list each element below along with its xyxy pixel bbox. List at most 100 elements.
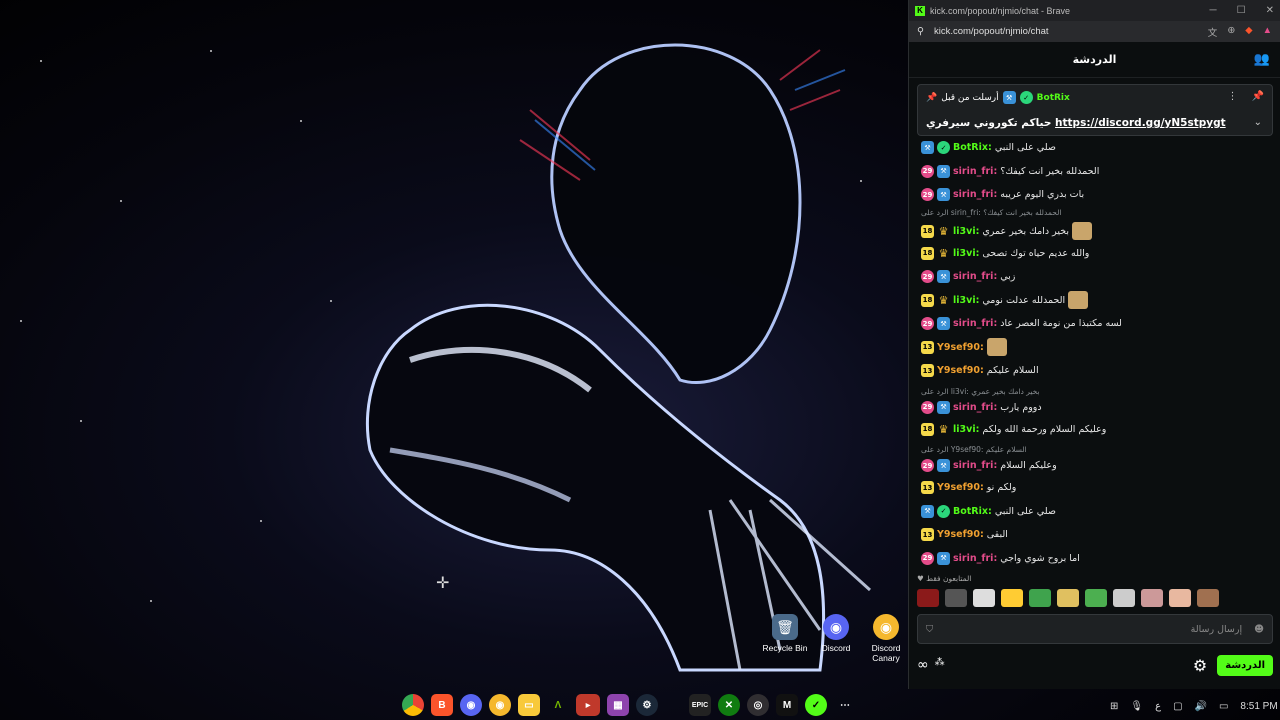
battery-icon[interactable]: ▭ <box>1219 701 1228 712</box>
chat-username[interactable]: sirin_fri: <box>953 553 997 564</box>
settings-gear-icon[interactable]: ⚙ <box>1193 656 1207 675</box>
chat-message[interactable]: 18 ♛ li3vi: وعليكم السلام ورحمة الله ولكم <box>909 418 1280 442</box>
chat-username[interactable]: sirin_fri: <box>953 189 997 200</box>
discord-icon[interactable]: ◉ <box>460 694 482 716</box>
pinned-link[interactable]: https://discord.gg/yN5stpygt <box>1055 117 1226 129</box>
microphone-icon[interactable]: 🎙 <box>1130 701 1143 712</box>
chat-message[interactable]: 29 ⚒ sirin_fri: زبي <box>909 265 1280 289</box>
chat-message[interactable]: 29 ⚒ sirin_fri: الحمدلله بخير انت كيفك؟ <box>909 160 1280 184</box>
capcut-icon[interactable]: ▶ <box>576 694 600 716</box>
xbox-icon[interactable]: ✕ <box>718 694 740 716</box>
chat-username[interactable]: Y9sef90: <box>937 529 984 540</box>
chat-message[interactable]: 13 Y9sef90: <box>909 336 1280 360</box>
wallpaper-figure <box>365 43 872 672</box>
chat-username[interactable]: sirin_fri: <box>953 402 997 413</box>
subscriber-badge-icon: 29 <box>921 270 934 284</box>
chat-message[interactable]: ⚒ ✓ BotRix: صلي على النبي <box>909 136 1280 160</box>
volume-icon[interactable]: 🔊 <box>1195 701 1207 712</box>
chat-username[interactable]: li3vi: <box>953 226 979 237</box>
kick-app-icon[interactable]: M <box>776 694 798 716</box>
emote[interactable] <box>1197 589 1219 607</box>
file-explorer-icon[interactable]: ▭ <box>518 694 540 716</box>
emote[interactable] <box>1113 589 1135 607</box>
chat-message[interactable]: ⚒ ✓ BotRix: صلي على النبي <box>909 500 1280 524</box>
reply-reference[interactable]: الرد على Y9sef90: السلام عليكم <box>921 445 1280 454</box>
pinned-message[interactable]: ⋮ 📌 📌 أرسلت من قبل ⚒ ✓ BotRix حياكم تكور… <box>917 84 1273 136</box>
chat-username[interactable]: sirin_fri: <box>953 166 997 177</box>
dots-icon[interactable]: ⁂ <box>935 657 945 673</box>
more-options-icon[interactable]: ⋮ <box>1228 91 1238 102</box>
chat-username[interactable]: Y9sef90: <box>937 342 984 353</box>
chat-message[interactable]: الرد على Y9sef90: السلام عليكم 29 ⚒ sirin_f… <box>909 441 1280 476</box>
chat-text: البقى <box>986 529 1008 541</box>
emote[interactable] <box>1029 589 1051 607</box>
emote[interactable] <box>973 589 995 607</box>
language-indicator[interactable]: ع <box>1155 701 1161 712</box>
brave-icon[interactable]: B <box>431 694 453 716</box>
chat-username[interactable]: sirin_fri: <box>953 271 997 282</box>
chat-input[interactable]: ⛉ إرسال رسالة ☻ <box>917 614 1273 644</box>
emote[interactable] <box>1169 589 1191 607</box>
chat-username[interactable]: Y9sef90: <box>937 365 984 376</box>
infinity-icon[interactable]: ∞ <box>917 657 929 673</box>
nvidia-icon[interactable]: Λ <box>547 694 569 716</box>
chat-username[interactable]: Y9sef90: <box>937 482 984 493</box>
chat-username[interactable]: sirin_fri: <box>953 460 997 471</box>
chat-username[interactable]: li3vi: <box>953 424 979 435</box>
site-settings-icon[interactable]: ⚲ <box>917 26 924 37</box>
steam-icon[interactable]: ⚙ <box>636 694 658 716</box>
grid-icon[interactable]: ⊞ <box>1110 701 1118 712</box>
chat-message[interactable]: الرد على sirin_fri: الحمدلله بخير انت كي… <box>909 207 1280 242</box>
clock[interactable]: 8:51 PM <box>1240 701 1277 712</box>
users-icon[interactable]: 👥 <box>1254 52 1270 67</box>
chevron-down-icon[interactable]: ⌄ <box>1254 117 1262 128</box>
emote[interactable] <box>917 589 939 607</box>
chat-username[interactable]: li3vi: <box>953 248 979 259</box>
maximize-icon[interactable]: ☐ <box>1237 5 1246 16</box>
chat-message[interactable]: 13 Y9sef90: السلام عليكم <box>909 359 1280 383</box>
chat-message[interactable]: 29 ⚒ sirin_fri: لسه مكتبذا من نومة العصر عا… <box>909 312 1280 336</box>
emoji-icon[interactable]: ☻ <box>1254 624 1264 635</box>
pinned-user[interactable]: BotRix <box>1037 93 1070 103</box>
translate-icon[interactable]: 文 <box>1208 25 1218 39</box>
discord-canary-icon[interactable]: ◉ <box>489 694 511 716</box>
chat-username[interactable]: sirin_fri: <box>953 318 997 329</box>
emote[interactable] <box>1001 589 1023 607</box>
chat-message[interactable]: 29 ⚒ sirin_fri: اما بروح شوي واجي <box>909 547 1280 569</box>
reply-reference[interactable]: الرد على sirin_fri: الحمدلله بخير انت كي… <box>921 208 1280 217</box>
chat-message[interactable]: 13 Y9sef90: ولكم نو <box>909 476 1280 500</box>
close-icon[interactable]: ✕ <box>1266 5 1274 16</box>
chrome-icon[interactable] <box>402 694 424 716</box>
chat-username[interactable]: BotRix: <box>953 506 992 517</box>
chat-message[interactable]: 18 ♛ li3vi: والله عديم حياه توك تصحى <box>909 242 1280 266</box>
chat-username[interactable]: BotRix: <box>953 142 992 153</box>
emote[interactable] <box>1057 589 1079 607</box>
more-icon[interactable]: ⋯ <box>834 694 856 716</box>
minimize-icon[interactable]: ─ <box>1210 5 1217 16</box>
send-chat-button[interactable]: الدردشة <box>1217 654 1273 676</box>
chat-message[interactable]: 18 ♛ li3vi: الحمدلله عدلت نومي <box>909 289 1280 313</box>
green-app-icon[interactable]: ✓ <box>805 694 827 716</box>
brave-shields-icon[interactable]: ◆ <box>1245 25 1252 39</box>
chat-message[interactable]: 13 Y9sef90: البقى <box>909 523 1280 547</box>
obs-icon[interactable]: ◎ <box>747 694 769 716</box>
emote[interactable] <box>1085 589 1107 607</box>
unpin-icon[interactable]: 📌 <box>1252 91 1264 102</box>
emote[interactable] <box>1141 589 1163 607</box>
emote[interactable] <box>945 589 967 607</box>
epic-games-icon[interactable]: EPIC <box>689 694 711 716</box>
shield-icon[interactable]: ⛉ <box>926 624 933 635</box>
chat-message[interactable]: 29 ⚒ sirin_fri: بات بدري اليوم عريبه <box>909 183 1280 207</box>
network-icon[interactable]: ▢ <box>1173 701 1182 712</box>
chat-text: لسه مكتبذا من نومة العصر عاد <box>1000 318 1122 330</box>
url-field[interactable]: kick.com/popout/njmio/chat <box>934 26 1049 37</box>
winrar-icon[interactable]: ▦ <box>607 694 629 716</box>
chat-message[interactable]: الرد على li3vi: بخير دامك بخير عمري 29 ⚒ si… <box>909 383 1280 418</box>
reply-reference[interactable]: الرد على li3vi: بخير دامك بخير عمري <box>921 387 1280 396</box>
brave-rewards-icon[interactable]: ▲ <box>1263 25 1272 39</box>
desktop-icon-discord-canary[interactable]: ◉ Discord Canary <box>856 614 916 663</box>
moderator-badge-icon: ⚒ <box>937 270 950 284</box>
chat-username[interactable]: li3vi: <box>953 295 979 306</box>
zoom-icon[interactable]: ⊕ <box>1227 25 1235 39</box>
verified-badge-icon: ✓ <box>937 141 950 155</box>
